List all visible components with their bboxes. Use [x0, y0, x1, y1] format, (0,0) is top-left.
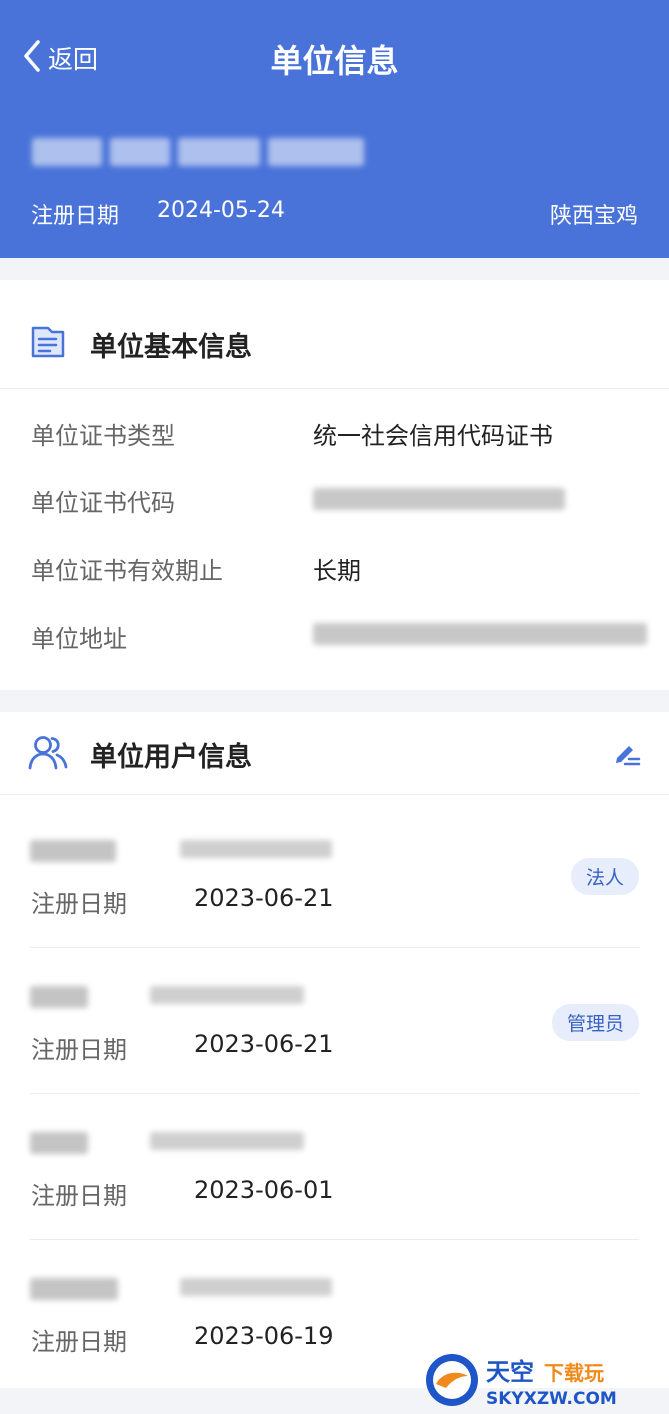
user-name-redacted — [30, 1278, 118, 1300]
document-icon — [28, 322, 68, 366]
cert-type-label: 单位证书类型 — [31, 422, 175, 450]
cert-type-value: 统一社会信用代码证书 — [313, 422, 553, 450]
cert-expiry-label: 单位证书有效期止 — [31, 557, 223, 585]
user-phone-redacted — [180, 840, 332, 858]
role-badge: 管理员 — [551, 1004, 639, 1041]
user-reg-label: 注册日期 — [31, 1036, 127, 1064]
user-reg-date: 2023-06-01 — [194, 1176, 334, 1204]
basic-info-title: 单位基本信息 — [90, 332, 252, 363]
user-reg-date: 2023-06-21 — [194, 884, 334, 912]
cert-expiry-value: 长期 — [313, 557, 361, 585]
user-reg-date: 2023-06-19 — [194, 1322, 334, 1350]
page-title: 单位信息 — [270, 42, 399, 80]
cert-code-label: 单位证书代码 — [31, 489, 175, 517]
user-info-title: 单位用户信息 — [90, 742, 252, 773]
user-reg-label: 注册日期 — [31, 1182, 127, 1210]
user-reg-label: 注册日期 — [31, 1328, 127, 1356]
company-name-redacted — [32, 134, 364, 170]
user-info-header: 单位用户信息 — [0, 712, 669, 795]
basic-info-header: 单位基本信息 — [0, 280, 669, 389]
svg-text:下载玩: 下载玩 — [544, 1361, 604, 1385]
address-label: 单位地址 — [31, 625, 127, 653]
user-reg-label: 注册日期 — [31, 890, 127, 918]
user-item[interactable]: 注册日期 2023-06-01 — [0, 1094, 669, 1240]
svg-text:SKYXZW.COM: SKYXZW.COM — [486, 1389, 617, 1409]
address-redacted — [313, 623, 647, 645]
user-reg-date: 2023-06-21 — [194, 1030, 334, 1058]
user-item[interactable]: 注册日期 2023-06-21 管理员 — [0, 948, 669, 1094]
basic-info-card: 单位基本信息 单位证书类型 统一社会信用代码证书 单位证书代码 单位证书有效期止… — [0, 280, 669, 690]
register-date-label: 注册日期 — [31, 204, 120, 229]
users-icon — [28, 734, 68, 776]
svg-text:天空: 天空 — [486, 1358, 534, 1386]
user-name-redacted — [30, 840, 116, 862]
watermark-logo: 天空 下载玩 SKYXZW.COM — [424, 1350, 669, 1410]
user-name-redacted — [30, 986, 88, 1008]
header: 返回 单位信息 注册日期 2024-05-24 陕西宝鸡 — [0, 0, 669, 258]
user-name-redacted — [30, 1132, 88, 1154]
user-phone-redacted — [150, 986, 304, 1004]
region-label: 陕西宝鸡 — [549, 204, 638, 229]
user-phone-redacted — [150, 1132, 304, 1150]
role-badge: 法人 — [570, 858, 639, 895]
user-item[interactable]: 注册日期 2023-06-21 法人 — [0, 802, 669, 948]
cert-code-redacted — [313, 488, 565, 510]
edit-icon[interactable] — [611, 738, 641, 772]
user-info-card: 单位用户信息 注册日期 2023-06-21 法人 注册日期 2023-06-2… — [0, 712, 669, 1388]
user-phone-redacted — [180, 1278, 332, 1296]
register-date-value: 2024-05-24 — [157, 198, 285, 223]
